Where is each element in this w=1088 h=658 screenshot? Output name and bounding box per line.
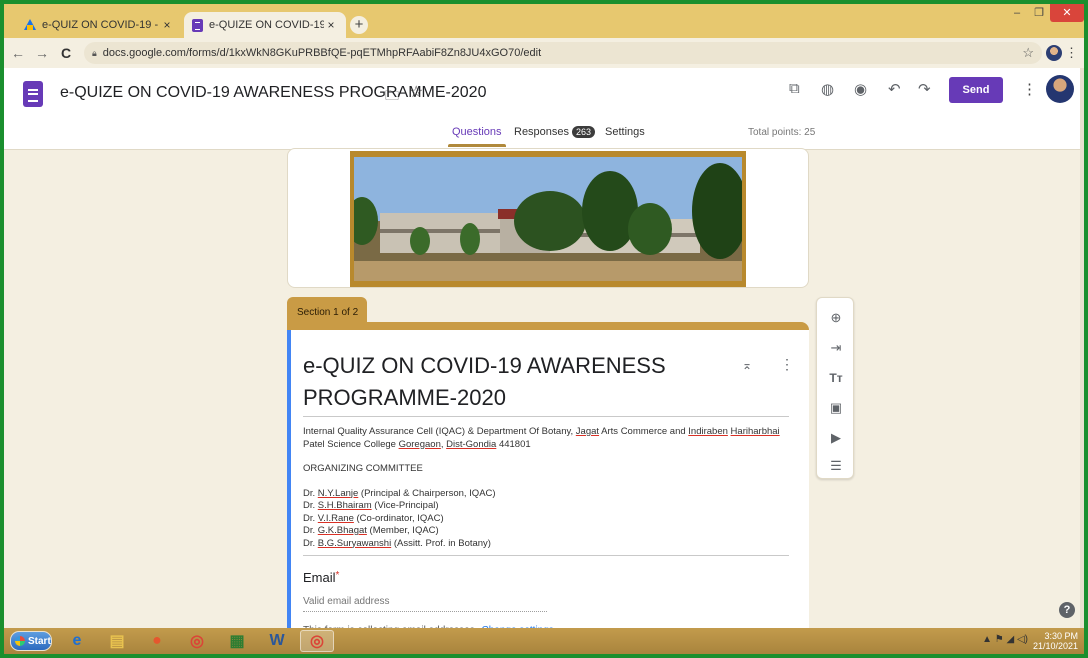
palette-icon[interactable]: ◍ (821, 80, 834, 98)
header-image-card[interactable] (287, 148, 809, 288)
committee-member: Dr. B.G.Suryawanshi (Assitt. Prof. in Bo… (303, 537, 491, 549)
form-title[interactable]: e-QUIZ ON COVID-19 AWARENESS PROGRAMME-2… (303, 350, 723, 414)
college-building-illustration (350, 151, 746, 287)
forward-icon[interactable]: → (32, 45, 52, 61)
browser-toolbar: ← → C 🔒︎ docs.google.com/forms/d/1kxWkN8… (4, 38, 1084, 68)
window-close-icon[interactable]: ✕ (1050, 4, 1084, 22)
question-toolbar: ⊕ ⇥ Tт ▣ ▶ ☰ (816, 297, 854, 479)
active-card-indicator (287, 330, 291, 654)
browser-tab-drive[interactable]: e-QUIZ ON COVID-19 - Google D × (16, 12, 182, 38)
clock-time: 3:30 PM (1044, 631, 1078, 641)
lock-icon: 🔒︎ (92, 47, 97, 58)
add-section-icon[interactable]: ☰ (826, 456, 846, 476)
close-icon[interactable]: × (160, 18, 174, 32)
tab-responses[interactable]: Responses 263 (514, 126, 596, 138)
import-questions-icon[interactable]: ⇥ (826, 338, 846, 358)
required-asterisk: * (335, 570, 340, 581)
clock[interactable]: 3:30 PM 21/10/2021 (1033, 631, 1078, 651)
undo-icon[interactable]: ↶ (888, 80, 901, 98)
committee-member: Dr. G.K.Bhagat (Member, IQAC) (303, 525, 439, 536)
address-bar[interactable]: 🔒︎ docs.google.com/forms/d/1kxWkN8GKuPRB… (84, 42, 1042, 64)
new-tab-button[interactable]: + (350, 16, 368, 34)
title-divider (303, 416, 789, 417)
add-question-icon[interactable]: ⊕ (826, 308, 846, 328)
minimize-icon[interactable]: – (1006, 4, 1028, 22)
add-title-icon[interactable]: Tт (826, 368, 846, 388)
form-header-card[interactable]: e-QUIZ ON COVID-19 AWARENESS PROGRAMME-2… (287, 322, 809, 654)
send-button[interactable]: Send (949, 77, 1003, 103)
google-drive-icon (24, 19, 36, 31)
chrome-active-icon[interactable]: ◎ (300, 630, 334, 652)
google-forms-icon (192, 18, 203, 32)
forms-header: e-QUIZE ON COVID-19 AWARENESS PROGRAMME-… (4, 68, 1084, 150)
folder-icon[interactable]: 🗀 (385, 85, 399, 109)
email-field[interactable] (303, 592, 547, 612)
back-icon[interactable]: ← (8, 45, 28, 61)
star-icon[interactable]: ☆ (409, 82, 423, 102)
firefox-icon[interactable]: ● (140, 630, 174, 652)
file-explorer-icon[interactable]: ▤ (100, 630, 134, 652)
help-icon[interactable]: ? (1059, 602, 1075, 618)
start-button[interactable]: Start (10, 631, 52, 651)
close-icon[interactable]: × (324, 18, 338, 32)
profile-avatar[interactable] (1046, 45, 1062, 61)
college-building-image (350, 151, 746, 287)
redo-icon[interactable]: ↷ (918, 80, 931, 98)
tab-questions[interactable]: Questions (448, 126, 506, 147)
browser-tab-title: e-QUIZE ON COVID-19 AWAREN (209, 19, 324, 31)
window-controls: – ❐ ✕ (1006, 4, 1084, 24)
total-points: Total points: 25 (748, 127, 816, 138)
committee-member: Dr. S.H.Bhairam (Vice-Principal) (303, 500, 439, 511)
taskbar: Start e ▤ ● ◎ ▦ W ◎ ▲ ⚑ ◢ ◁) 3:30 PM 21/… (4, 628, 1084, 654)
add-video-icon[interactable]: ▶ (826, 428, 846, 448)
email-label: Email* (303, 570, 340, 585)
windows-logo-icon (15, 636, 25, 646)
account-avatar[interactable] (1046, 75, 1074, 103)
form-tabs: Questions Responses 263 Settings Total po… (4, 120, 1084, 150)
committee-member: Dr. V.I.Rane (Co-ordinator, IQAC) (303, 512, 444, 524)
addons-puzzle-icon[interactable]: ⧉ (789, 80, 800, 97)
browser-tab-forms[interactable]: e-QUIZE ON COVID-19 AWAREN × (184, 12, 346, 38)
more-options-icon[interactable]: ⋮ (1022, 80, 1037, 98)
bookmark-star-icon[interactable]: ☆ (1022, 45, 1034, 61)
word-icon[interactable]: W (260, 630, 294, 652)
browser-tab-title: e-QUIZ ON COVID-19 - Google D (42, 19, 160, 31)
description-line: Internal Quality Assurance Cell (IQAC) &… (303, 426, 780, 437)
card-more-icon[interactable]: ⋮ (780, 356, 794, 373)
chrome-icon[interactable]: ◎ (180, 630, 214, 652)
store-icon[interactable]: ▦ (220, 630, 254, 652)
tab-settings[interactable]: Settings (605, 126, 645, 138)
reload-icon[interactable]: C (56, 45, 76, 61)
page-scrollbar[interactable] (1080, 68, 1084, 628)
committee-heading: ORGANIZING COMMITTEE (303, 463, 423, 474)
clock-date: 21/10/2021 (1032, 641, 1078, 651)
preview-eye-icon[interactable]: ◉ (854, 80, 867, 98)
restore-icon[interactable]: ❐ (1028, 4, 1050, 22)
description-line: Patel Science College Goregaon, Dist-Gon… (303, 438, 531, 450)
google-forms-logo-icon[interactable] (23, 81, 43, 107)
responses-count-badge: 263 (572, 126, 596, 138)
tab-responses-label: Responses (514, 126, 570, 138)
collapse-icon[interactable]: ⌅ (742, 358, 752, 372)
url-text: docs.google.com/forms/d/1kxWkN8GKuPRBBfQ… (102, 47, 542, 59)
screen: e-QUIZ ON COVID-19 - Google D × e-QUIZE … (4, 4, 1084, 654)
form-description[interactable]: Internal Quality Assurance Cell (IQAC) &… (303, 426, 793, 550)
description-divider (303, 555, 789, 556)
system-tray-icons[interactable]: ▲ ⚑ ◢ ◁) (982, 634, 1028, 645)
browser-menu-icon[interactable]: ⋮ (1065, 45, 1078, 61)
internet-explorer-icon[interactable]: e (60, 630, 94, 652)
committee-member: Dr. N.Y.Lanje (Principal & Chairperson, … (303, 487, 496, 499)
add-image-icon[interactable]: ▣ (826, 398, 846, 418)
browser-tab-strip: e-QUIZ ON COVID-19 - Google D × e-QUIZE … (4, 4, 1084, 38)
